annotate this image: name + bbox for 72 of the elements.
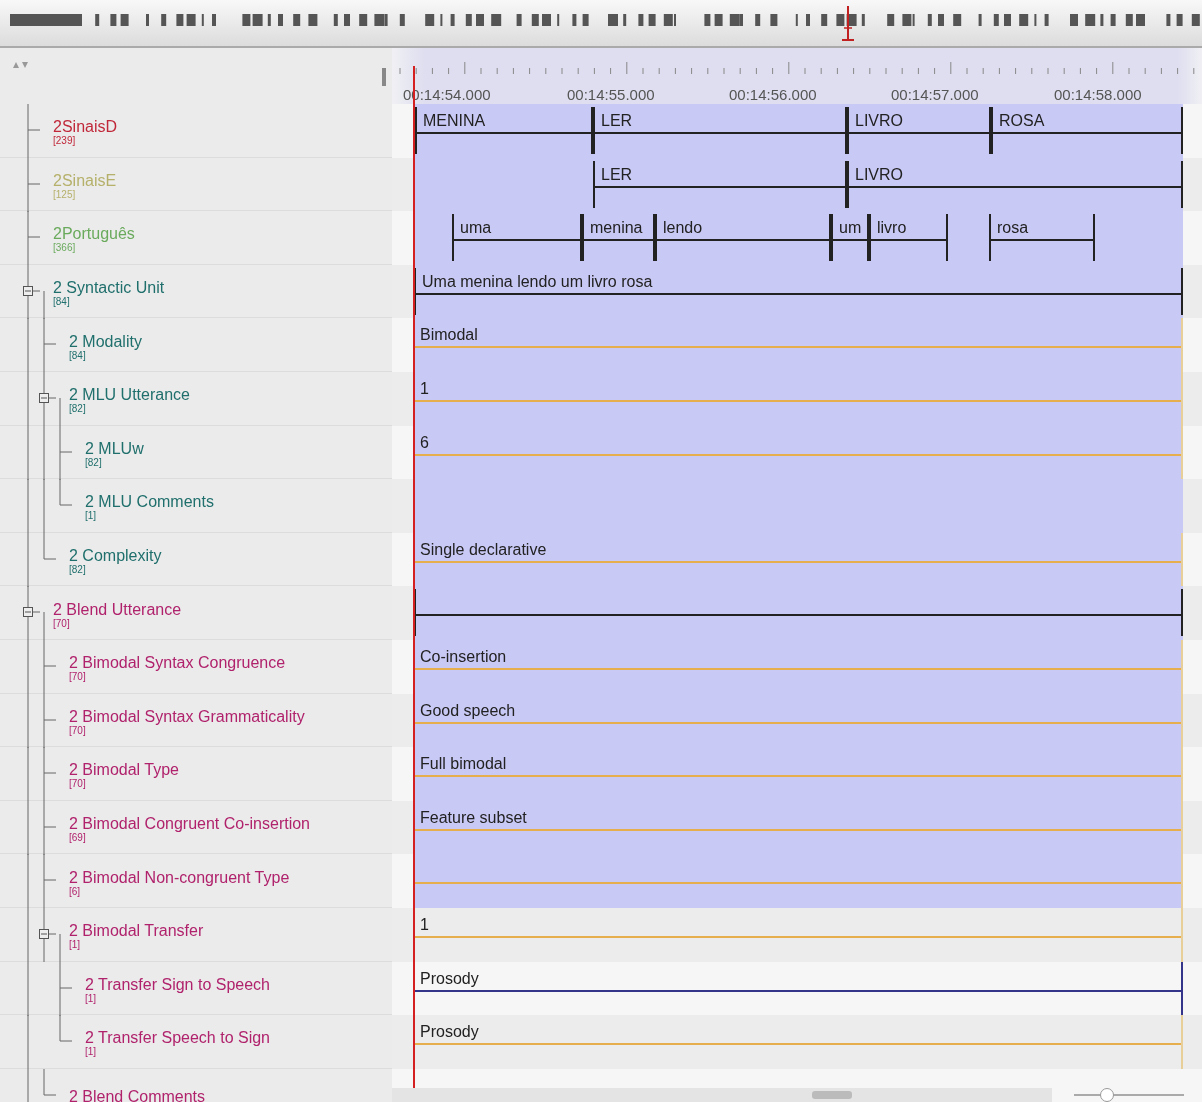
tier-name[interactable]: 2 Bimodal Syntax Grammaticality bbox=[69, 707, 305, 726]
annotation-count: [70] bbox=[69, 672, 87, 683]
time-label: 00:14:58.000 bbox=[1054, 86, 1142, 103]
annotation-count: [84] bbox=[53, 297, 70, 308]
annotation[interactable]: MENINA bbox=[415, 107, 593, 154]
annotation[interactable]: LIVRO bbox=[847, 160, 1183, 208]
annotation[interactable]: 1 bbox=[414, 907, 1183, 962]
annotation-count: [239] bbox=[53, 136, 77, 147]
annotation-count: [82] bbox=[85, 457, 103, 468]
annotation[interactable]: Good speech bbox=[414, 693, 1183, 748]
annotation[interactable]: rosa bbox=[989, 214, 1095, 262]
collapse-toggle[interactable] bbox=[23, 607, 33, 618]
annotation-count: [1] bbox=[69, 940, 82, 951]
annotation[interactable]: uma bbox=[452, 214, 582, 262]
tier-name[interactable]: 2 Blend Comments bbox=[69, 1088, 206, 1102]
annotation[interactable]: LER bbox=[593, 160, 847, 208]
tier-name[interactable]: 2 Bimodal Syntax Congruence bbox=[69, 654, 286, 673]
annotation-count: [1] bbox=[85, 993, 98, 1004]
tier-name[interactable]: 2 MLUw bbox=[85, 439, 144, 458]
horizontal-scrollbar[interactable] bbox=[392, 1088, 1052, 1102]
annotation-count: [70] bbox=[69, 779, 87, 790]
overview-bar[interactable] bbox=[0, 0, 1202, 48]
annotation-count: [70] bbox=[53, 618, 71, 629]
tier-name[interactable]: 2 Transfer Speech to Sign bbox=[85, 1029, 270, 1048]
annotation[interactable]: Prosody bbox=[414, 1015, 1183, 1069]
splitter-handle[interactable] bbox=[382, 68, 386, 86]
annotation[interactable]: menina bbox=[582, 214, 655, 262]
tier-name[interactable]: 2 Syntactic Unit bbox=[53, 279, 165, 298]
tier-name[interactable]: 2 Blend Utterance bbox=[53, 600, 182, 619]
annotation[interactable]: LIVRO bbox=[847, 107, 991, 154]
annotation-count: [69] bbox=[69, 833, 87, 843]
annotation[interactable]: 6 bbox=[414, 425, 1183, 480]
annotation-count: [125] bbox=[53, 189, 77, 200]
annotation[interactable]: um bbox=[831, 214, 869, 262]
annotation[interactable]: Co-insertion bbox=[414, 639, 1183, 694]
annotation-count: [6] bbox=[69, 886, 82, 897]
time-label: 00:14:57.000 bbox=[891, 86, 979, 103]
annotation-count: [1] bbox=[85, 1047, 98, 1058]
collapse-toggle[interactable] bbox=[39, 928, 49, 939]
annotation-count: [366] bbox=[53, 243, 76, 254]
tier-name[interactable]: 2 Complexity bbox=[69, 547, 162, 566]
annotation-count: [82] bbox=[69, 404, 87, 415]
time-label: 00:14:56.000 bbox=[729, 86, 817, 103]
annotation[interactable]: Feature subset bbox=[414, 800, 1183, 855]
collapse-toggle[interactable] bbox=[23, 285, 33, 296]
annotation[interactable]: lendo bbox=[655, 214, 831, 262]
annotation-count: [84] bbox=[69, 350, 86, 361]
annotation[interactable]: 1 bbox=[414, 371, 1183, 426]
annotation[interactable]: Single declarative bbox=[414, 532, 1183, 587]
playhead-marker-icon bbox=[841, 6, 855, 42]
annotation-count: [82] bbox=[69, 565, 86, 576]
tier-name[interactable]: 2 Transfer Sign to Speech bbox=[85, 975, 270, 994]
annotation-count: [1] bbox=[85, 511, 98, 522]
time-label: 00:14:55.000 bbox=[567, 86, 655, 103]
tier-name[interactable]: 2 Bimodal Non-congruent Type bbox=[69, 868, 290, 887]
annotation-count: [70] bbox=[69, 725, 87, 736]
tier-name[interactable]: 2 Modality bbox=[69, 332, 142, 351]
annotation[interactable]: Full bimodal bbox=[414, 747, 1183, 801]
collapse-toggle[interactable] bbox=[39, 392, 49, 403]
annotation[interactable]: Prosody bbox=[414, 961, 1183, 1016]
annotation[interactable]: livro bbox=[869, 214, 948, 262]
annotation[interactable]: Bimodal bbox=[414, 318, 1183, 372]
tier-name[interactable]: 2SinaisD bbox=[53, 118, 118, 137]
zoom-slider[interactable] bbox=[1074, 1088, 1184, 1102]
tier-name[interactable]: 2 MLU Comments bbox=[85, 493, 214, 512]
tier-name[interactable]: 2 Bimodal Type bbox=[69, 761, 179, 780]
annotation[interactable]: Uma menina lendo um livro rosa bbox=[414, 267, 1183, 315]
tier-name[interactable]: 2 Bimodal Congruent Co-insertion bbox=[69, 815, 310, 833]
annotation[interactable]: LER bbox=[593, 107, 847, 154]
tier-name[interactable]: 2 MLU Utterance bbox=[69, 386, 190, 405]
annotation[interactable]: ROSA bbox=[991, 107, 1183, 154]
tier-name[interactable]: 2 Bimodal Transfer bbox=[69, 922, 204, 941]
